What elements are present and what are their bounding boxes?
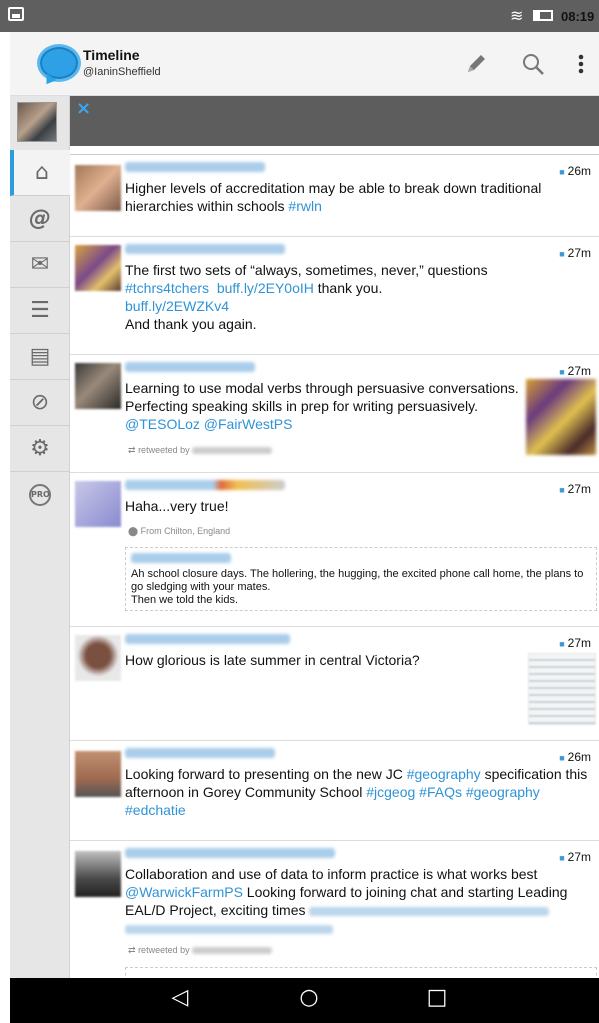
tweet-avatar[interactable]: [75, 751, 121, 797]
tweet-time: ■ 27m: [559, 850, 591, 864]
hashtag-link[interactable]: #geography: [407, 766, 481, 782]
quoted-author-name[interactable]: [131, 553, 231, 563]
url-link[interactable]: buff.ly/2EY0oIH: [217, 280, 314, 296]
wifi-icon: ≋: [510, 6, 524, 25]
sidebar-item-messages[interactable]: ✉: [10, 242, 70, 288]
tweet-media-thumbnail[interactable]: [526, 379, 596, 455]
retweet-info: ⇄ retweeted by: [128, 945, 273, 956]
more-vert-icon[interactable]: [567, 50, 595, 78]
hashtag-link[interactable]: #FAQs: [419, 784, 462, 800]
tweet-item[interactable]: ■ 27m Learning to use modal verbs through…: [70, 355, 599, 473]
tweet-text: Looking forward to presenting on the new…: [125, 766, 588, 818]
home-nav-icon[interactable]: ○: [294, 985, 324, 1010]
user-avatar[interactable]: [17, 102, 57, 142]
recent-apps-icon[interactable]: □: [422, 985, 452, 1010]
tweet-media-thumbnail[interactable]: [528, 653, 596, 725]
tweet-avatar[interactable]: [75, 363, 121, 409]
tweet-time: ■ 27m: [559, 482, 591, 496]
timeline[interactable]: ■ 26m Higher levels of accreditation may …: [70, 154, 599, 978]
mention-link[interactable]: @WarwickFarmPS: [125, 884, 243, 900]
sidebar-item-mute[interactable]: ⊘: [10, 380, 70, 426]
sidebar-item-profile[interactable]: ▤: [10, 334, 70, 380]
quoted-tweet-text: Ah school closure days. The hollering, t…: [131, 568, 584, 606]
tweet-item[interactable]: ■ 26m Higher levels of accreditation may …: [70, 155, 599, 237]
account-handle: @IaninSheffield: [83, 66, 161, 78]
tweet-avatar[interactable]: [75, 245, 121, 291]
tweet-item[interactable]: ■ 26m Looking forward to presenting on th…: [70, 741, 599, 841]
tweet-time: ■ 26m: [559, 164, 591, 178]
settings-icon: ⚙: [30, 436, 50, 461]
app-bar: Timeline @IaninSheffield: [10, 32, 599, 96]
retweet-info: ⇄ retweeted by: [128, 445, 273, 456]
battery-icon: [533, 10, 553, 21]
messages-icon: ✉: [30, 252, 50, 277]
tweet-author-name[interactable]: [125, 362, 255, 372]
system-nav-bar: ◁ ○ □: [10, 978, 599, 1023]
tweet-item[interactable]: ■ 27m The first two sets of “always, some…: [70, 237, 599, 355]
hashtag-link[interactable]: #rwln: [288, 198, 321, 214]
sidebar-item-lists[interactable]: ☰: [10, 288, 70, 334]
tweet-author-name[interactable]: [125, 634, 290, 644]
hashtag-link[interactable]: #jcgeog: [366, 784, 415, 800]
tweet-item[interactable]: ■ 27m Collaboration and use of data to in…: [70, 841, 599, 978]
status-bar: ≋ 08:19: [0, 0, 599, 32]
tweet-item[interactable]: ■ 27m How glorious is late summer in cent…: [70, 627, 599, 741]
page-title: Timeline: [83, 47, 140, 63]
tweet-time: ■ 27m: [559, 364, 591, 378]
sidebar-item-settings[interactable]: ⚙: [10, 426, 70, 472]
back-icon[interactable]: ◁: [165, 985, 195, 1010]
quoted-tweet[interactable]: [125, 967, 597, 978]
search-icon[interactable]: [519, 50, 547, 78]
tweet-author-name[interactable]: [125, 480, 285, 490]
hashtag-link[interactable]: #geography: [466, 784, 540, 800]
mention-link[interactable]: @FairWestPS: [204, 416, 293, 432]
tweet-item[interactable]: ■ 27m Haha...very true! ⬤ From Chilton, E…: [70, 473, 599, 627]
tweet-text: Higher levels of accreditation may be ab…: [125, 180, 542, 214]
pro-icon: PRO: [29, 484, 51, 506]
tweet-avatar[interactable]: [75, 635, 121, 681]
tweet-author-name[interactable]: [125, 162, 265, 172]
gallery-notification-icon: [8, 7, 24, 21]
clock: 08:19: [561, 9, 595, 24]
location-pin-icon: ⬤: [128, 526, 139, 536]
tweet-author-name[interactable]: [125, 748, 275, 758]
tweet-location: ⬤ From Chilton, England: [128, 526, 231, 536]
sidebar-item-home[interactable]: ⌂: [10, 150, 70, 196]
quoted-tweet[interactable]: Ah school closure days. The hollering, t…: [125, 547, 597, 611]
hashtag-link[interactable]: #tchrs4tchers: [125, 280, 209, 296]
sidebar-item-mentions[interactable]: @: [10, 196, 70, 242]
close-icon[interactable]: ×: [76, 98, 91, 119]
tweet-text: Learning to use modal verbs through pers…: [125, 380, 519, 432]
tweet-author-name[interactable]: [125, 244, 285, 254]
retweet-icon: ⇄: [128, 945, 136, 955]
tweet-text: Collaboration and use of data to inform …: [125, 865, 599, 937]
home-icon: ⌂: [35, 160, 49, 185]
notification-banner: ×: [70, 96, 599, 146]
tweet-avatar[interactable]: [75, 481, 121, 527]
profile-card-icon: ▤: [29, 344, 51, 369]
mention-link[interactable]: @TESOLoz: [125, 416, 200, 432]
tweet-text: The first two sets of “always, sometimes…: [125, 261, 595, 333]
lists-icon: ☰: [30, 298, 50, 323]
tweet-time: ■ 27m: [559, 636, 591, 650]
tweet-author-name[interactable]: [125, 848, 335, 858]
mute-icon: ⊘: [30, 390, 50, 415]
tweet-time: ■ 27m: [559, 246, 591, 260]
hashtag-link[interactable]: #edchatie: [125, 802, 186, 818]
app-logo-icon[interactable]: [37, 44, 81, 82]
tweet-avatar[interactable]: [75, 165, 121, 211]
tweet-time: ■ 26m: [559, 750, 591, 764]
retweet-icon: ⇄: [128, 445, 136, 455]
tweet-text: Haha...very true!: [125, 498, 229, 514]
sidebar: ⌂ @ ✉ ☰ ▤ ⊘ ⚙ PRO: [10, 96, 70, 978]
sidebar-item-pro[interactable]: PRO: [10, 472, 70, 518]
tweet-avatar[interactable]: [75, 851, 121, 897]
tweet-text: How glorious is late summer in central V…: [125, 652, 420, 668]
url-link[interactable]: buff.ly/2EWZKv4: [125, 297, 595, 315]
pencil-icon[interactable]: [462, 50, 490, 78]
mentions-icon: @: [29, 206, 51, 231]
